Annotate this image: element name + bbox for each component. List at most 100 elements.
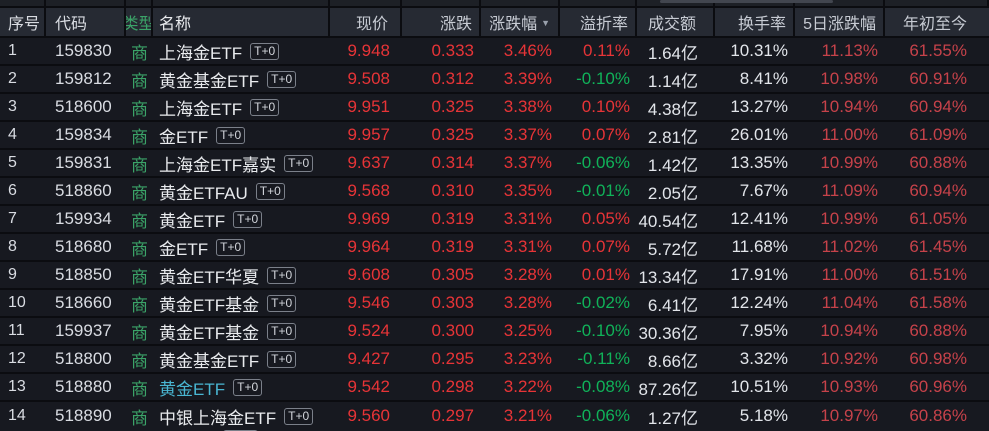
column-header-label: 名称 [159, 10, 191, 34]
table-row-159812[interactable]: 2 159812 商 黄金基金ETF T+0 9.508 0.312 3.39%… [0, 66, 989, 94]
table-row-518680[interactable]: 8 518680 商 金ETF T+0 9.964 0.319 3.31% 0.… [0, 234, 989, 262]
change-pct: 3.31% [481, 206, 560, 232]
column-header-label: 换手率 [738, 10, 786, 34]
t0-badge: T+0 [267, 323, 296, 340]
strip-divider-cell [46, 0, 126, 6]
sort-desc-icon: ▼ [541, 18, 550, 28]
change-pct: 3.25% [481, 318, 560, 344]
table-row-159831[interactable]: 5 159831 商 上海金ETF嘉实 T+0 9.637 0.314 3.37… [0, 150, 989, 178]
etf-name[interactable]: 黄金ETF [159, 375, 225, 400]
column-header-ytd-pct[interactable]: 年初至今 [885, 8, 989, 36]
volume: 1.42亿 [637, 150, 715, 176]
column-header-five-day-pct[interactable]: 5日涨跌幅 [795, 8, 885, 36]
column-header-change-pct[interactable]: 涨跌幅▼ [481, 8, 560, 36]
etf-name[interactable]: 黄金基金ETF [159, 67, 259, 92]
five-day-pct: 11.09% [795, 178, 885, 204]
horizontal-scrollbar-thumb[interactable] [660, 0, 833, 3]
etf-name[interactable]: 金ETF [159, 235, 208, 260]
row-code: 518880 [46, 374, 126, 400]
table-row-518890[interactable]: 14 518890 商 中银上海金ETF T+0 9.560 0.297 3.2… [0, 402, 989, 430]
turnover-rate: 10.51% [715, 374, 795, 400]
column-header-price[interactable]: 现价 [330, 8, 402, 36]
etf-name[interactable]: 黄金基金ETF [159, 347, 259, 372]
etf-name[interactable]: 黄金ETFAU [159, 179, 248, 204]
volume: 1.14亿 [637, 66, 715, 92]
change-pct: 3.22% [481, 374, 560, 400]
price: 9.568 [330, 178, 402, 204]
row-seq: 4 [0, 122, 46, 148]
table-row-518660[interactable]: 10 518660 商 黄金ETF基金 T+0 9.546 0.303 3.28… [0, 290, 989, 318]
column-header-label: 序号 [8, 10, 40, 34]
table-row-159830[interactable]: 1 159830 商 上海金ETF T+0 9.948 0.333 3.46% … [0, 38, 989, 66]
strip-divider-cell [126, 0, 153, 6]
etf-name[interactable]: 黄金ETF华夏 [159, 263, 259, 288]
name-cell: 黄金ETF T+0 [153, 374, 330, 400]
table-row-518860[interactable]: 6 518860 商 黄金ETFAU T+0 9.568 0.310 3.35%… [0, 178, 989, 206]
premium-rate: 0.10% [560, 94, 637, 120]
column-header-turnover-rate[interactable]: 换手率 [715, 8, 795, 36]
premium-rate: -0.06% [560, 402, 637, 430]
etf-name[interactable]: 黄金ETF基金 [159, 291, 259, 316]
etf-name[interactable]: 中银上海金ETF [159, 404, 276, 429]
etf-name[interactable]: 上海金ETF [159, 39, 242, 64]
premium-rate: -0.11% [560, 346, 637, 372]
five-day-pct: 10.94% [795, 318, 885, 344]
volume: 1.27亿 [637, 402, 715, 430]
premium-rate: -0.01% [560, 178, 637, 204]
ytd-pct: 61.58% [885, 290, 989, 316]
column-header-label: 成交额 [648, 10, 696, 34]
volume: 40.54亿 [637, 206, 715, 232]
row-code: 518890 [46, 402, 126, 430]
column-header-premium-rate[interactable]: 溢折率 [560, 8, 637, 36]
t0-badge: T+0 [284, 408, 313, 425]
column-header-name[interactable]: 名称 [153, 8, 330, 36]
turnover-rate: 8.41% [715, 66, 795, 92]
ytd-pct: 60.91% [885, 66, 989, 92]
name-cell: 金ETF T+0 [153, 234, 330, 260]
table-row-518850[interactable]: 9 518850 商 黄金ETF华夏 T+0 9.608 0.305 3.28%… [0, 262, 989, 290]
name-cell: 上海金ETF T+0 [153, 94, 330, 120]
row-seq: 1 [0, 38, 46, 64]
table-row-518880[interactable]: 13 518880 商 黄金ETF T+0 9.542 0.298 3.22% … [0, 374, 989, 402]
column-header-type[interactable]: 类型 [126, 8, 153, 36]
column-header-seq[interactable]: 序号 [0, 8, 46, 36]
column-header-code[interactable]: 代码 [46, 8, 126, 36]
type-tag: 商 [126, 346, 153, 372]
ytd-pct: 61.05% [885, 206, 989, 232]
table-row-159937[interactable]: 11 159937 商 黄金ETF基金 T+0 9.524 0.300 3.25… [0, 318, 989, 346]
etf-name[interactable]: 黄金ETF [159, 207, 225, 232]
price: 9.969 [330, 206, 402, 232]
table-row-159834[interactable]: 4 159834 商 金ETF T+0 9.957 0.325 3.37% 0.… [0, 122, 989, 150]
t0-badge: T+0 [267, 71, 296, 88]
t0-badge: T+0 [216, 239, 245, 256]
table-row-518800[interactable]: 12 518800 商 黄金基金ETF T+0 9.427 0.295 3.23… [0, 346, 989, 374]
etf-name[interactable]: 上海金ETF嘉实 [159, 151, 276, 176]
column-header-volume[interactable]: 成交额 [637, 8, 715, 36]
row-seq: 7 [0, 206, 46, 232]
t0-badge: T+0 [250, 43, 279, 60]
row-seq: 11 [0, 318, 46, 344]
five-day-pct: 11.02% [795, 234, 885, 260]
volume: 4.38亿 [637, 94, 715, 120]
column-header-change[interactable]: 涨跌 [402, 8, 481, 36]
t0-badge: T+0 [284, 155, 313, 172]
five-day-pct: 10.92% [795, 346, 885, 372]
etf-name[interactable]: 上海金ETF [159, 95, 242, 120]
table-row-518600[interactable]: 3 518600 商 上海金ETF T+0 9.951 0.325 3.38% … [0, 94, 989, 122]
etf-name[interactable]: 金ETF [159, 123, 208, 148]
change-pct: 3.31% [481, 234, 560, 260]
table-row-159934[interactable]: 7 159934 商 黄金ETF T+0 9.969 0.319 3.31% 0… [0, 206, 989, 234]
t0-badge: T+0 [233, 211, 262, 228]
turnover-rate: 7.67% [715, 178, 795, 204]
row-seq: 6 [0, 178, 46, 204]
price: 9.964 [330, 234, 402, 260]
premium-rate: 0.07% [560, 234, 637, 260]
row-code: 159834 [46, 122, 126, 148]
five-day-pct: 10.97% [795, 402, 885, 430]
five-day-pct: 11.13% [795, 38, 885, 64]
five-day-pct: 11.00% [795, 122, 885, 148]
volume: 87.26亿 [637, 374, 715, 400]
change: 0.333 [402, 38, 481, 64]
type-tag: 商 [126, 262, 153, 288]
etf-name[interactable]: 黄金ETF基金 [159, 319, 259, 344]
